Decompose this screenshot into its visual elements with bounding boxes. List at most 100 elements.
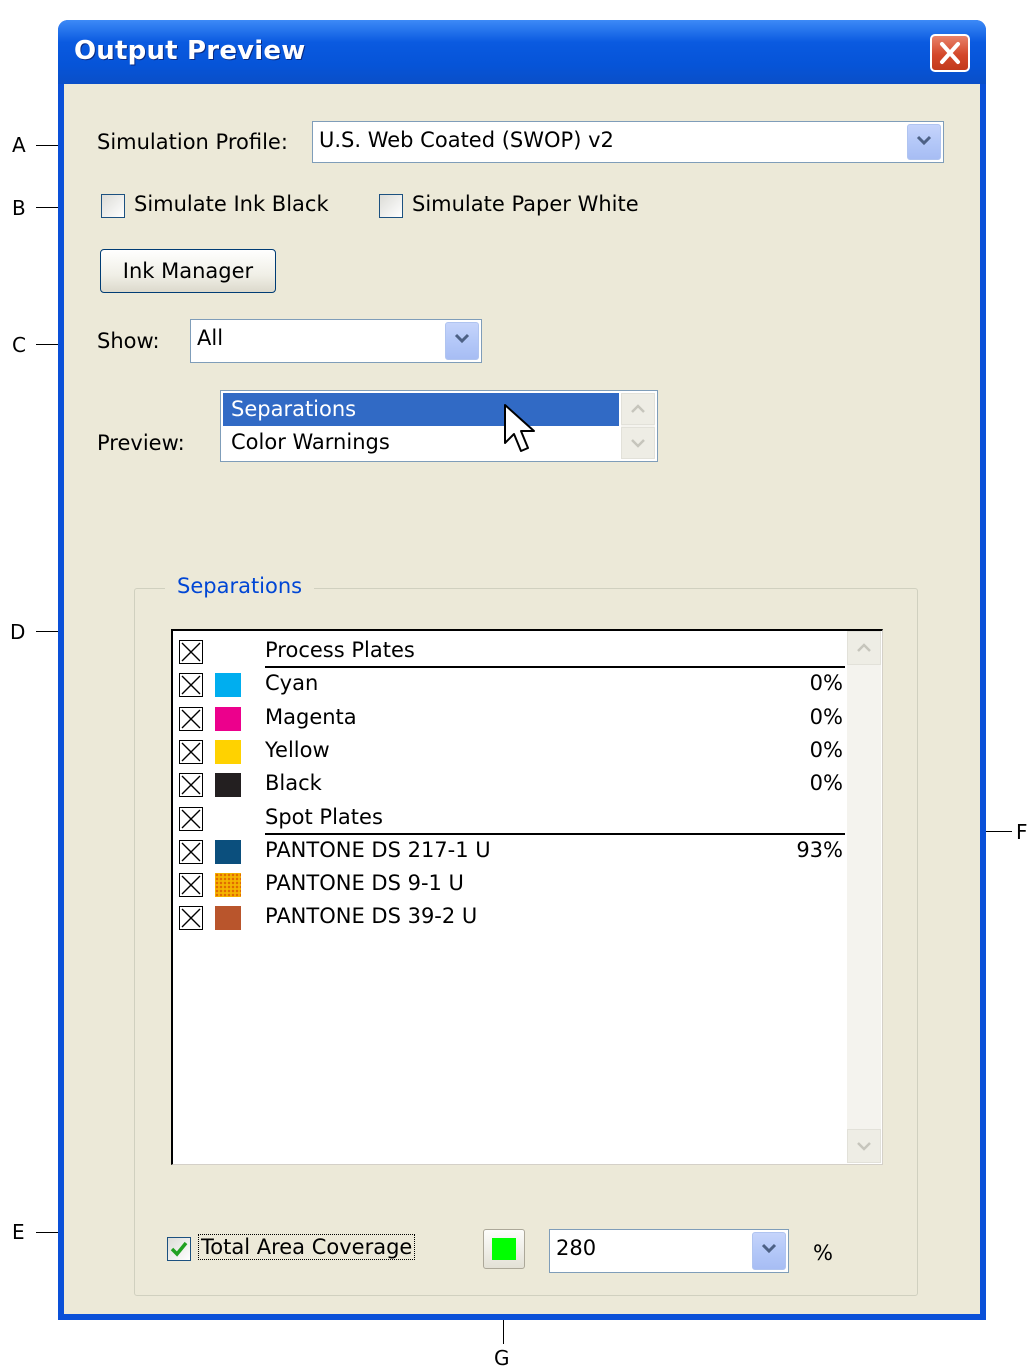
plate-visibility-checkbox[interactable] — [179, 906, 203, 931]
coverage-value-combo[interactable]: 280 — [549, 1229, 789, 1273]
separations-list[interactable]: Process Plates Cyan 0% Magenta 0% Yellow 0% Bla… — [171, 629, 883, 1165]
coverage-value: 280 — [556, 1236, 597, 1260]
coverage-dropdown-button[interactable] — [752, 1232, 786, 1270]
total-area-coverage-checkbox[interactable] — [167, 1237, 191, 1261]
callout-a: A — [12, 133, 26, 157]
plate-visibility-checkbox[interactable] — [179, 773, 203, 798]
separation-row[interactable]: Cyan 0% — [173, 668, 845, 701]
scroll-up-button[interactable] — [621, 393, 655, 425]
x-mark-icon — [181, 875, 201, 895]
x-mark-icon — [181, 642, 201, 662]
callout-e: E — [12, 1220, 25, 1244]
preview-label: Preview: — [97, 431, 185, 455]
preview-listbox[interactable]: Separations Color Warnings — [220, 390, 658, 462]
ink-name: Yellow — [265, 737, 330, 762]
ink-coverage-percent: 0% — [809, 737, 843, 762]
callout-d: D — [10, 620, 26, 644]
plate-visibility-checkbox[interactable] — [179, 706, 203, 731]
x-mark-icon — [181, 675, 201, 695]
simulation-profile-dropdown-button[interactable] — [907, 124, 941, 160]
chevron-down-icon — [454, 333, 470, 344]
separation-row[interactable]: Yellow 0% — [173, 735, 845, 768]
scroll-up-button[interactable] — [847, 631, 881, 665]
ink-coverage-percent: 0% — [809, 704, 843, 729]
plate-visibility-checkbox[interactable] — [179, 839, 203, 864]
ink-coverage-percent: 0% — [809, 771, 843, 796]
simulate-ink-black-label[interactable]: Simulate Ink Black — [134, 192, 329, 216]
dialog-body: Simulation Profile: U.S. Web Coated (SWO… — [64, 84, 980, 1314]
show-label: Show: — [97, 329, 160, 353]
separations-header-row[interactable]: Spot Plates — [173, 802, 845, 835]
simulation-profile-label: Simulation Profile: — [97, 130, 288, 154]
chevron-up-icon — [631, 404, 645, 413]
coverage-unit: % — [813, 1241, 833, 1265]
show-value: All — [197, 326, 224, 350]
close-button[interactable] — [930, 34, 970, 72]
separation-row[interactable]: PANTONE DS 9-1 U — [173, 868, 845, 901]
ink-manager-button[interactable]: Ink Manager — [100, 249, 276, 293]
plate-visibility-checkbox[interactable] — [179, 806, 203, 831]
x-mark-icon — [181, 742, 201, 762]
window-title: Output Preview — [74, 36, 306, 66]
ink-name: Magenta — [265, 704, 357, 729]
plate-visibility-checkbox[interactable] — [179, 673, 203, 698]
separation-row[interactable]: Magenta 0% — [173, 702, 845, 735]
ink-name: Cyan — [265, 671, 319, 696]
separation-row[interactable]: PANTONE DS 217-1 U 93% — [173, 835, 845, 868]
show-dropdown[interactable]: All — [190, 319, 482, 363]
ink-color-swatch — [215, 839, 241, 864]
coverage-color-swatch — [492, 1238, 516, 1260]
simulation-profile-value: U.S. Web Coated (SWOP) v2 — [319, 128, 614, 152]
ink-coverage-percent: 93% — [796, 837, 843, 862]
separation-row[interactable]: Black 0% — [173, 768, 845, 801]
total-area-coverage-label[interactable]: Total Area Coverage — [197, 1234, 416, 1260]
ink-color-swatch — [215, 906, 241, 931]
ink-name: Black — [265, 771, 322, 796]
chevron-up-icon — [857, 643, 871, 652]
plate-visibility-checkbox[interactable] — [179, 873, 203, 898]
x-mark-icon — [181, 775, 201, 795]
chevron-down-icon — [857, 1142, 871, 1151]
simulate-ink-black-checkbox[interactable] — [101, 194, 125, 218]
preview-option-color-warnings[interactable]: Color Warnings — [223, 426, 619, 459]
checkmark-icon — [170, 1241, 188, 1257]
chevron-down-icon — [631, 439, 645, 448]
chevron-down-icon — [761, 1243, 777, 1254]
separations-group-title: Separations — [165, 574, 315, 598]
ink-color-swatch — [215, 873, 241, 898]
separations-header-row[interactable]: Process Plates — [173, 635, 845, 668]
ink-color-swatch — [215, 773, 241, 798]
show-dropdown-button[interactable] — [445, 322, 479, 360]
scroll-down-button[interactable] — [621, 427, 655, 459]
ink-color-swatch — [215, 673, 241, 698]
chevron-down-icon — [916, 135, 932, 146]
x-mark-icon — [181, 842, 201, 862]
x-mark-icon — [181, 908, 201, 928]
title-bar[interactable]: Output Preview — [58, 20, 986, 84]
ink-color-swatch — [215, 739, 241, 764]
preview-option-separations[interactable]: Separations — [223, 393, 619, 426]
scroll-down-button[interactable] — [847, 1129, 881, 1163]
plate-visibility-checkbox[interactable] — [179, 739, 203, 764]
mouse-cursor-icon — [504, 404, 535, 452]
simulate-paper-white-checkbox[interactable] — [379, 194, 403, 218]
separation-row[interactable]: PANTONE DS 39-2 U — [173, 901, 845, 934]
separations-scrollbar[interactable] — [847, 631, 881, 1163]
x-mark-icon — [181, 809, 201, 828]
simulate-paper-white-label[interactable]: Simulate Paper White — [412, 192, 639, 216]
preview-scrollbar[interactable] — [621, 393, 655, 459]
callout-g: G — [494, 1346, 510, 1370]
callout-b: B — [12, 196, 26, 220]
ink-name: PANTONE DS 39-2 U — [265, 904, 478, 929]
ink-color-swatch — [215, 706, 241, 731]
ink-name: PANTONE DS 217-1 U — [265, 837, 491, 862]
x-mark-icon — [181, 709, 201, 729]
callout-c: C — [12, 333, 26, 357]
close-icon — [940, 42, 960, 64]
simulation-profile-dropdown[interactable]: U.S. Web Coated (SWOP) v2 — [312, 121, 944, 163]
ink-coverage-percent: 0% — [809, 671, 843, 696]
plate-visibility-checkbox[interactable] — [179, 640, 203, 664]
separations-group: Separations Process Plates Cyan 0% Magenta 0… — [134, 574, 918, 1296]
coverage-color-button[interactable] — [483, 1229, 525, 1269]
ink-name: PANTONE DS 9-1 U — [265, 871, 464, 896]
